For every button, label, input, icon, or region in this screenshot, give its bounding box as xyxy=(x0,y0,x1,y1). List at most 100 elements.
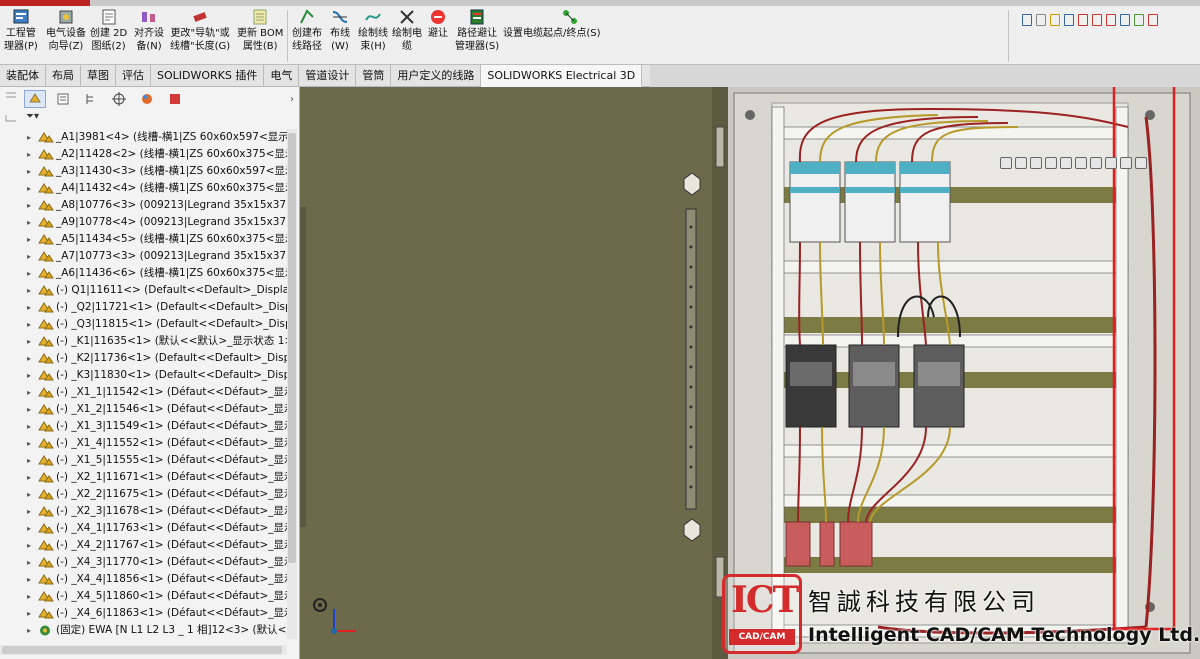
update-bom-button[interactable]: 更新 BOM 属性(B) xyxy=(237,8,283,53)
expand-arrow-icon[interactable]: ▸ xyxy=(27,469,31,486)
create-route-path-button[interactable]: 创建布 线路径 xyxy=(292,8,322,53)
tree-item[interactable]: ▸ _A9|10778<4> (009213|Legrand 35x15x375< xyxy=(0,214,287,231)
expand-arrow-icon[interactable]: ▸ xyxy=(27,248,31,265)
expand-arrow-icon[interactable]: ▸ xyxy=(27,537,31,554)
expand-arrow-icon[interactable]: ▸ xyxy=(27,316,31,333)
tree-horizontal-scrollbar[interactable] xyxy=(0,645,287,655)
feature-manager-tab[interactable] xyxy=(24,90,46,108)
view-settings-icon[interactable] xyxy=(1135,157,1147,169)
tab-user-defined-route[interactable]: 用户定义的线路 xyxy=(391,65,482,87)
tree-item[interactable]: ▸ (-) _X1_5|11555<1> (Défaut<<Défaut>_显示状 xyxy=(0,452,287,469)
view-icon[interactable] xyxy=(1064,14,1074,26)
tab-layout[interactable]: 布局 xyxy=(46,65,81,87)
draw-bundle-button[interactable]: 绘制线 束(H) xyxy=(358,8,388,53)
filter-icon[interactable]: ⏷▾ xyxy=(26,111,39,122)
tree-item[interactable]: ▸ (-) _K1|11635<1> (默认<<默认>_显示状态 1>) xyxy=(0,333,287,350)
tree-item[interactable]: ▸ (-) _X2_3|11678<1> (Défaut<<Défaut>_显示状 xyxy=(0,503,287,520)
tree-item[interactable]: ▸ (-) _X1_3|11549<1> (Défaut<<Défaut>_显示状 xyxy=(0,418,287,435)
tree-item[interactable]: ▸ (-) _K3|11830<1> (Default<<Default>_Dis… xyxy=(0,367,287,384)
view-icon[interactable] xyxy=(1078,14,1088,26)
tree-item[interactable]: ▸ (-) _X4_5|11860<1> (Défaut<<Défaut>_显示状 xyxy=(0,588,287,605)
expand-arrow-icon[interactable]: ▸ xyxy=(27,146,31,163)
electrical-wizard-button[interactable]: 电气设备 向导(Z) xyxy=(46,8,86,53)
expand-arrow-icon[interactable]: ▸ xyxy=(27,435,31,452)
tree-item[interactable]: ▸ (-) _X4_3|11770<1> (Défaut<<Défaut>_显示状 xyxy=(0,554,287,571)
expand-arrow-icon[interactable]: ▸ xyxy=(27,265,31,282)
route-avoid-manager-button[interactable]: 路径避让 管理器(S) xyxy=(455,8,499,53)
tree-item[interactable]: ▸ _A3|11430<3> (线槽-横1|ZS 60x60x597<显示状 xyxy=(0,163,287,180)
tree-item[interactable]: ▸ (-) Q1|11611<> (Default<<Default>_Displ… xyxy=(0,282,287,299)
electrical-manager-tab[interactable] xyxy=(164,90,186,108)
view-icon[interactable] xyxy=(1134,14,1144,26)
expand-arrow-icon[interactable]: ▸ xyxy=(27,520,31,537)
expand-arrow-icon[interactable]: ▸ xyxy=(27,622,31,639)
tab-electrical[interactable]: 电气 xyxy=(264,65,300,87)
expand-arrow-icon[interactable]: ▸ xyxy=(27,418,31,435)
view-icon[interactable] xyxy=(1022,14,1032,26)
tab-piping[interactable]: 管道设计 xyxy=(299,65,357,87)
previous-view-icon[interactable] xyxy=(1030,157,1042,169)
expand-arrow-icon[interactable]: ▸ xyxy=(27,401,31,418)
expand-arrow-icon[interactable]: ▸ xyxy=(27,486,31,503)
expand-arrow-icon[interactable]: ▸ xyxy=(27,299,31,316)
tree-item[interactable]: ▸ _A6|11436<6> (线槽-横1|ZS 60x60x375<显示状 xyxy=(0,265,287,282)
view-icon[interactable] xyxy=(1050,14,1060,26)
view-icon[interactable] xyxy=(1106,14,1116,26)
tree-item[interactable]: ▸ (-) _X4_1|11763<1> (Défaut<<Défaut>_显示状 xyxy=(0,520,287,537)
route-wire-button[interactable]: 布线 (W) xyxy=(330,8,350,53)
zoom-to-fit-icon[interactable] xyxy=(1000,157,1012,169)
expand-arrow-icon[interactable]: ▸ xyxy=(27,333,31,350)
tree-item[interactable]: ▸ (-) _K2|11736<1> (Default<<Default>_Dis… xyxy=(0,350,287,367)
expand-arrow-icon[interactable]: ▸ xyxy=(27,503,31,520)
avoid-button[interactable]: 避让 xyxy=(428,8,448,40)
zoom-area-icon[interactable] xyxy=(1015,157,1027,169)
tree-item[interactable]: ▸ _A2|11428<2> (线槽-横1|ZS 60x60x375<显示状 xyxy=(0,146,287,163)
view-icon[interactable] xyxy=(1148,14,1158,26)
draw-cable-button[interactable]: 绘制电 缆 xyxy=(392,8,422,53)
expand-arrow-icon[interactable]: ▸ xyxy=(27,197,31,214)
tree-item[interactable]: ▸ (-) _X4_4|11856<1> (Défaut<<Défaut>_显示状 xyxy=(0,571,287,588)
create-2d-drawing-button[interactable]: 创建 2D 图纸(2) xyxy=(90,8,127,53)
align-equipment-button[interactable]: 对齐设 备(N) xyxy=(134,8,164,53)
tree-item[interactable]: ▸ (-) _X4_2|11767<1> (Défaut<<Défaut>_显示状 xyxy=(0,537,287,554)
expand-arrow-icon[interactable]: ▸ xyxy=(27,180,31,197)
tree-item[interactable]: ▸ _A8|10776<3> (009213|Legrand 35x15x375< xyxy=(0,197,287,214)
expand-arrow-icon[interactable]: ▸ xyxy=(27,452,31,469)
tab-sketch[interactable]: 草图 xyxy=(81,65,116,87)
tree-item[interactable]: ▸ (-) _Q3|11815<1> (Default<<Default>_Dis… xyxy=(0,316,287,333)
apply-scene-icon[interactable] xyxy=(1120,157,1132,169)
tab-solidworks-addins[interactable]: SOLIDWORKS 插件 xyxy=(151,65,265,87)
tree-item[interactable]: ▸ _A4|11432<4> (线槽-横1|ZS 60x60x375<显示状 xyxy=(0,180,287,197)
expand-arrow-icon[interactable]: ▸ xyxy=(27,350,31,367)
chevron-right-icon[interactable]: › xyxy=(290,94,294,105)
expand-arrow-icon[interactable]: ▸ xyxy=(27,554,31,571)
tree-item[interactable]: ▸ (-) _X1_2|11546<1> (Défaut<<Défaut>_显示状 xyxy=(0,401,287,418)
expand-arrow-icon[interactable]: ▸ xyxy=(27,163,31,180)
view-icon[interactable] xyxy=(1092,14,1102,26)
configuration-manager-tab[interactable] xyxy=(80,90,102,108)
expand-arrow-icon[interactable]: ▸ xyxy=(27,214,31,231)
edit-appearance-icon[interactable] xyxy=(1105,157,1117,169)
section-view-icon[interactable] xyxy=(1045,157,1057,169)
tree-vertical-scrollbar[interactable] xyxy=(287,129,297,639)
tree-item[interactable]: ▸ (固定) EWA [N L1 L2 L3 _ 1 相]12<3> (默认<显 xyxy=(0,622,287,639)
display-style-icon[interactable] xyxy=(1075,157,1087,169)
tree-item[interactable]: ▸ (-) _X2_1|11671<1> (Défaut<<Défaut>_显示状 xyxy=(0,469,287,486)
tree-item[interactable]: ▸ (-) _X4_6|11863<1> (Défaut<<Défaut>_显示状 xyxy=(0,605,287,622)
tree-item[interactable]: ▸ (-) _X2_2|11675<1> (Défaut<<Défaut>_显示状 xyxy=(0,486,287,503)
hide-show-icon[interactable] xyxy=(1090,157,1102,169)
project-manager-button[interactable]: 工程管 理器(P) xyxy=(4,8,38,53)
change-rail-length-button[interactable]: 更改"导轨"或 线槽"长度(G) xyxy=(170,8,230,53)
scrollbar-thumb[interactable] xyxy=(2,646,282,654)
view-icon[interactable] xyxy=(1120,14,1130,26)
expand-arrow-icon[interactable]: ▸ xyxy=(27,384,31,401)
tab-solidworks-electrical-3d[interactable]: SOLIDWORKS Electrical 3D xyxy=(481,65,643,87)
view-orientation-icon[interactable] xyxy=(1060,157,1072,169)
tree-item[interactable]: ▸ _A5|11434<5> (线槽-横1|ZS 60x60x375<显示状 xyxy=(0,231,287,248)
tree-item[interactable]: ▸ (-) _X1_1|11542<1> (Défaut<<Défaut>_显示状 xyxy=(0,384,287,401)
expand-arrow-icon[interactable]: ▸ xyxy=(27,571,31,588)
tab-evaluate[interactable]: 评估 xyxy=(116,65,151,87)
dimxpert-tab[interactable] xyxy=(108,90,130,108)
tree-filter[interactable]: ⏷▾ xyxy=(26,111,39,122)
tree-item[interactable]: ▸ _A7|10773<3> (009213|Legrand 35x15x375< xyxy=(0,248,287,265)
